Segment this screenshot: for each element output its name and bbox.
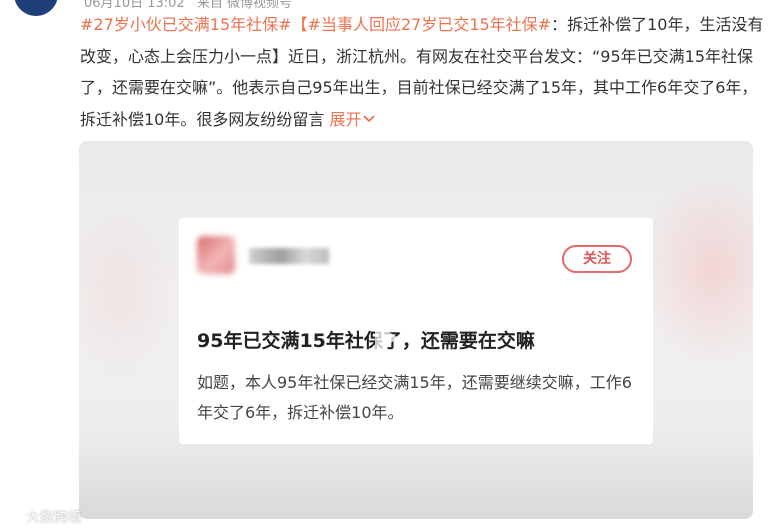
video-background-tint xyxy=(79,201,189,381)
card-title: 95年已交满15年社保了，还需要在交嘛 xyxy=(197,330,535,352)
author-avatar[interactable] xyxy=(14,0,58,16)
watermark: 大数跨境 xyxy=(6,507,82,527)
screenshot-card: 关注 95年已交满15年社保了，还需要在交嘛 如题，本人95年社保已经交满15年… xyxy=(179,218,653,444)
follow-button[interactable]: 关注 xyxy=(562,245,632,273)
blurred-username xyxy=(249,248,329,264)
watermark-logo-icon xyxy=(6,510,22,526)
expand-button[interactable]: 展开 xyxy=(329,110,376,129)
hashtag-link-1[interactable]: #27岁小伙已交满15年社保# xyxy=(80,15,292,34)
chevron-down-icon[interactable] xyxy=(361,110,376,129)
blurred-avatar xyxy=(197,236,235,274)
watermark-text: 大数跨境 xyxy=(26,510,82,526)
video-player[interactable]: 关注 95年已交满15年社保了，还需要在交嘛 如题，本人95年社保已经交满15年… xyxy=(79,141,753,519)
expand-label[interactable]: 展开 xyxy=(329,110,361,129)
hashtag-link-2[interactable]: 【#当事人回应27岁已交15年社保# xyxy=(292,15,552,34)
post-text: #27岁小伙已交满15年社保#【#当事人回应27岁已交15年社保#：拆迁补偿了1… xyxy=(80,9,764,135)
card-body: 如题，本人95年社保已经交满15年，还需要继续交嘛，工作6年交了6年，拆迁补偿1… xyxy=(197,373,632,422)
play-icon[interactable] xyxy=(375,324,399,352)
